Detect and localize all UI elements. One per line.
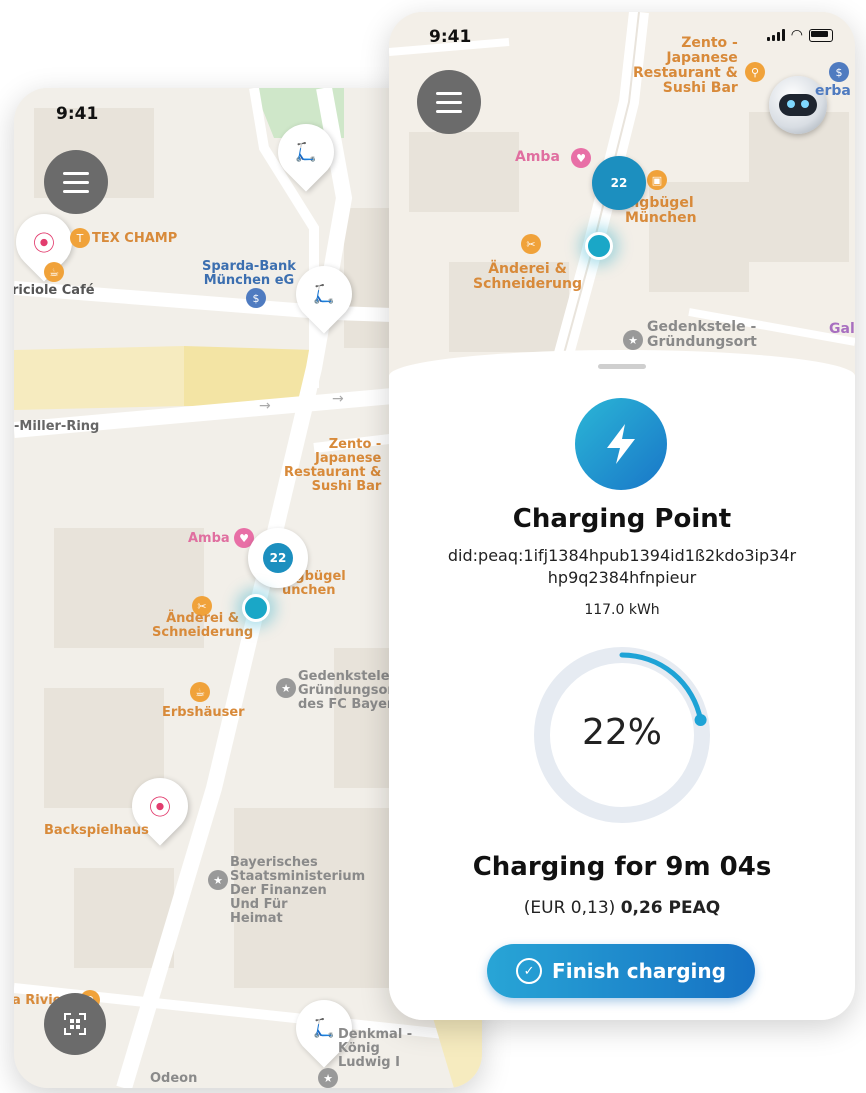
sheet-grabber[interactable]: [598, 364, 646, 369]
status-bar-icons: ◠: [766, 27, 833, 43]
back-status-time: 9:41: [56, 104, 99, 124]
charging-bottom-sheet: Charging Point did:peaq:1ifj1384hpub1394…: [389, 350, 855, 1020]
front-menu-button[interactable]: [417, 70, 481, 134]
menu-icon: [63, 169, 89, 196]
shop-poi-icon: ▣: [647, 170, 667, 190]
map-label-anderei: Änderei & Schneiderung: [473, 261, 582, 292]
bar-poi-icon: ♥: [571, 148, 591, 168]
map-label-zento: Zento - Japanese Restaurant & Sushi Bar: [633, 35, 738, 96]
map-label-ministry: Bayerisches Staatsministerium Der Finanz…: [230, 855, 366, 926]
bank-poi-icon: $: [829, 62, 849, 82]
energy-value: 117.0 kWh: [584, 602, 660, 618]
map-label-zento: Zento - Japanese Restaurant & Sushi Bar: [284, 437, 382, 494]
back-menu-button[interactable]: [44, 150, 108, 214]
finish-charging-button[interactable]: ✓ Finish charging: [487, 944, 755, 998]
did-line-1: did:peaq:1ifj1384hpub1394id1ß2kdo3ip34r: [447, 546, 797, 565]
charging-pin-value: 22: [610, 176, 628, 190]
robot-eye-icon: [787, 100, 795, 108]
wifi-icon: ◠: [790, 27, 803, 43]
map-label-gedenkstele: Gedenkstele - Gründungsort des FC Bayern: [298, 669, 403, 712]
progress-percent-label: 22%: [581, 712, 662, 753]
map-label-gedenkstele: Gedenkstele - Gründungsort: [647, 319, 757, 350]
svg-text:→: →: [332, 391, 344, 407]
front-charging-station-pin[interactable]: 22: [592, 156, 646, 210]
cafe-poi-icon: ☕: [44, 262, 64, 282]
map-label-tex-champ: TEX CHAMP: [92, 231, 178, 246]
finish-charging-label: Finish charging: [552, 959, 726, 983]
clothing-poi-icon: T: [70, 228, 90, 248]
check-circle-icon: ✓: [516, 958, 543, 984]
map-label-amba: Amba: [188, 531, 230, 546]
did-line-2: hp9q2384hfnpieur: [547, 568, 697, 587]
map-label-gal: Gal: [829, 321, 855, 337]
cafe-poi-icon-2: ☕: [190, 682, 210, 702]
map-label-amba: Amba: [515, 149, 560, 165]
denkmal-poi-icon: ★: [318, 1068, 338, 1088]
ministry-poi-icon: ★: [208, 870, 228, 890]
location-pin-icon: ⦿: [32, 232, 55, 257]
signal-icon: [766, 29, 785, 41]
charging-pin-value: 22: [263, 543, 293, 573]
back-charging-station-pin[interactable]: 22: [248, 528, 308, 588]
battery-icon: [809, 28, 833, 42]
map-label-erbshauser: Erbshäuser: [162, 705, 245, 720]
tailor-poi-icon: ✂: [521, 234, 541, 254]
svg-text:→: →: [259, 398, 271, 414]
charging-bolt-badge: [575, 398, 667, 490]
map-label-cafe: riciole Café: [14, 283, 95, 298]
charging-point-title: Charging Point: [512, 504, 732, 534]
map-label-denkmal: Denkmal - König Ludwig I: [338, 1027, 413, 1070]
monument-poi-icon: ★: [623, 330, 643, 350]
qr-scan-button[interactable]: [44, 993, 106, 1055]
front-user-location-dot: [585, 232, 613, 260]
lightning-icon: [607, 424, 635, 464]
back-user-location-dot: [242, 594, 270, 622]
cost-fiat: (EUR 0,13): [523, 898, 616, 918]
robot-face: [779, 94, 817, 116]
front-phone-charging-screen: 9:41 ◠ ⚲ $ ♥ ▣ ✂ ★ Zento - Japanese Rest…: [389, 12, 855, 1020]
monument-poi-icon: ★: [276, 678, 296, 698]
cost-token: 0,26 PEAQ: [620, 898, 721, 918]
scooter-icon: 🛴: [294, 141, 318, 163]
map-label-odeon: Odeon: [150, 1071, 198, 1086]
charging-cost: (EUR 0,13) 0,26 PEAQ: [389, 898, 855, 918]
front-status-time: 9:41: [429, 27, 472, 47]
scooter-icon: 🛴: [312, 283, 336, 305]
charging-duration: Charging for 9m 04s: [472, 852, 772, 882]
robot-eye-icon: [801, 100, 809, 108]
restaurant-poi-icon: ⚲: [745, 62, 765, 82]
map-label-street: -Miller-Ring: [14, 419, 100, 434]
progress-ring-fill: [619, 652, 704, 723]
menu-icon: [436, 89, 462, 116]
map-label-sparda: Sparda-Bank München eG: [202, 259, 296, 288]
map-label-anderei: Änderei & Schneiderung: [152, 611, 254, 640]
map-label-backspielhaus: Backspielhaus: [44, 823, 149, 838]
qr-icon: [64, 1013, 86, 1035]
bank-poi-icon: $: [246, 288, 266, 308]
map-label-erba: erba: [815, 83, 851, 99]
